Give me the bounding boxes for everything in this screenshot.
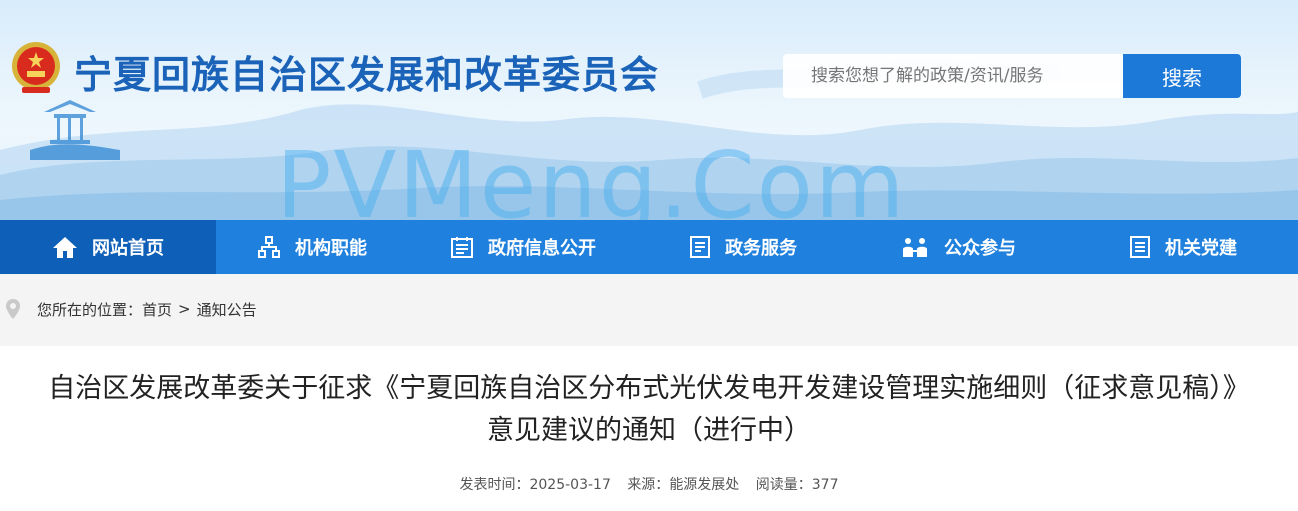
- article-title-line1: 自治区发展改革委关于征求《宁夏回族自治区分布式光伏发电开发建设管理实施细则（征求…: [48, 373, 1250, 404]
- source-label: 来源：: [627, 477, 670, 493]
- main-nav: 网站首页 机构职能 政府信息公开 政务服务 公众参与 机关党建: [0, 220, 1298, 274]
- nav-item-label: 公众参与: [944, 238, 1016, 259]
- watermark-text: PVMeng.Com: [276, 132, 907, 220]
- article-meta: 发表时间：2025-03-17 来源：能源发展处 阅读量：377: [0, 474, 1298, 494]
- source-value: 能源发展处: [669, 477, 740, 493]
- nav-item-label: 机构职能: [295, 238, 367, 259]
- publish-date: 2025-03-17: [529, 477, 611, 493]
- nav-item-label: 机关党建: [1165, 238, 1237, 259]
- views-label: 阅读量：: [755, 477, 812, 493]
- site-title[interactable]: 宁夏回族自治区发展和改革委员会: [74, 44, 659, 99]
- nav-item-label: 网站首页: [92, 238, 164, 259]
- people-icon: [903, 238, 927, 257]
- calendar-list-icon: [451, 237, 473, 258]
- nav-item-public-participation[interactable]: 公众参与: [848, 220, 1068, 274]
- home-icon: [53, 237, 77, 258]
- header-banner: 宁夏回族自治区发展和改革委员会 搜索 PVMeng.Com: [0, 0, 1298, 220]
- breadcrumb-home-link[interactable]: 首页: [142, 299, 172, 320]
- document-list-icon: [690, 236, 710, 258]
- breadcrumb-current-link[interactable]: 通知公告: [197, 299, 257, 320]
- search-button[interactable]: 搜索: [1123, 54, 1241, 98]
- source-info: 来源：能源发展处: [627, 477, 739, 493]
- nav-item-party-building[interactable]: 机关党建: [1068, 220, 1298, 274]
- breadcrumb-separator: >: [178, 300, 191, 318]
- location-pin-icon: [6, 299, 20, 319]
- pavilion-icon: [30, 100, 120, 160]
- nav-item-label: 政府信息公开: [488, 238, 596, 259]
- nav-item-gov-service[interactable]: 政务服务: [638, 220, 848, 274]
- document-icon: [1130, 236, 1150, 258]
- national-emblem-icon: [12, 42, 60, 93]
- nav-item-organization[interactable]: 机构职能: [216, 220, 408, 274]
- breadcrumb-prefix: 您所在的位置：: [37, 300, 143, 319]
- publish-label: 发表时间：: [459, 477, 530, 493]
- article-title-line2: 意见建议的通知（进行中）: [487, 415, 811, 446]
- article-title: 自治区发展改革委关于征求《宁夏回族自治区分布式光伏发电开发建设管理实施细则（征求…: [0, 368, 1298, 452]
- nav-item-home[interactable]: 网站首页: [0, 220, 216, 274]
- nav-item-label: 政务服务: [725, 238, 797, 259]
- views-count: 377: [811, 477, 839, 493]
- org-chart-icon: [258, 236, 280, 258]
- views-info: 阅读量：377: [756, 477, 839, 493]
- breadcrumb-bar: 您所在的位置： 首页 > 通知公告: [0, 274, 1298, 346]
- search-input[interactable]: [783, 54, 1124, 98]
- nav-item-gov-info[interactable]: 政府信息公开: [408, 220, 638, 274]
- breadcrumb: 您所在的位置： 首页 > 通知公告: [5, 298, 257, 320]
- publish-info: 发表时间：2025-03-17: [459, 477, 610, 493]
